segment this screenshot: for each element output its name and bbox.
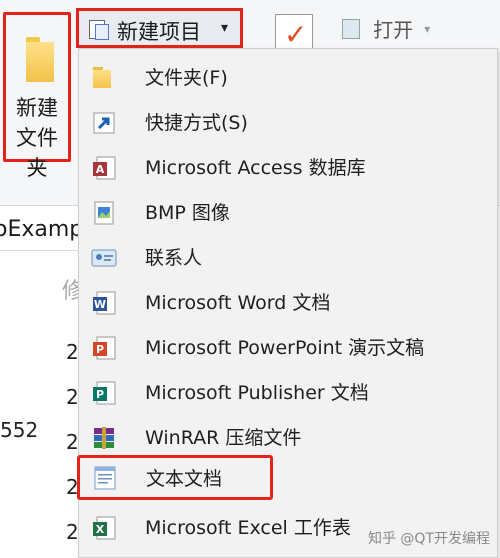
file-date: 2	[66, 385, 79, 409]
menu-item-winrar[interactable]: WinRAR 压缩文件	[79, 415, 497, 460]
menu-item-folder[interactable]: 文件夹(F)	[79, 55, 497, 100]
access-icon: A	[91, 155, 117, 181]
svg-text:W: W	[94, 298, 106, 311]
excel-icon: X	[91, 515, 117, 541]
svg-text:X: X	[96, 523, 105, 536]
menu-item-powerpoint[interactable]: P Microsoft PowerPoint 演示文稿	[79, 325, 497, 370]
new-folder-button[interactable]: 新建 文件夹	[3, 12, 71, 180]
file-date: 2	[66, 340, 79, 364]
chevron-down-icon: ▾	[221, 20, 229, 36]
winrar-icon	[91, 425, 117, 451]
menu-item-publisher[interactable]: P Microsoft Publisher 文档	[79, 370, 497, 415]
svg-text:P: P	[96, 388, 104, 401]
menu-item-text-document[interactable]: 文本文档	[77, 455, 273, 500]
new-item-menu: 文件夹(F) 快捷方式(S) A Microsoft Access 数据库 BM…	[77, 48, 498, 558]
word-icon: W	[91, 290, 117, 316]
svg-text:P: P	[96, 343, 104, 356]
file-list: 修 2 2 2 2 2 552	[0, 255, 84, 558]
powerpoint-icon: P	[91, 335, 117, 361]
svg-text:A: A	[96, 163, 105, 176]
contact-icon	[91, 245, 117, 271]
new-folder-label: 新建 文件夹	[16, 96, 58, 180]
shortcut-icon	[91, 110, 117, 136]
new-item-button[interactable]: 新建项目 ▾	[76, 8, 243, 48]
file-size: 552	[0, 418, 39, 442]
file-date: 2	[66, 430, 79, 454]
menu-item-contact[interactable]: 联系人	[79, 235, 497, 280]
chevron-down-icon: ▾	[424, 21, 431, 36]
folder-icon	[91, 65, 117, 91]
watermark: 知乎 @QT开发编程	[367, 531, 490, 547]
open-button[interactable]: 打开 ▾	[342, 14, 430, 44]
address-bar[interactable]: oExamp	[0, 210, 90, 251]
publisher-icon: P	[91, 380, 117, 406]
text-document-icon	[92, 465, 118, 491]
new-item-label: 新建项目	[117, 20, 201, 44]
open-icon	[342, 18, 360, 39]
open-label: 打开	[373, 18, 414, 42]
menu-item-access[interactable]: A Microsoft Access 数据库	[79, 145, 497, 190]
address-path: oExamp	[0, 217, 84, 242]
menu-item-bmp[interactable]: BMP 图像	[79, 190, 497, 235]
folder-icon	[26, 37, 54, 83]
menu-item-word[interactable]: W Microsoft Word 文档	[79, 280, 497, 325]
menu-item-shortcut[interactable]: 快捷方式(S)	[79, 100, 497, 145]
bmp-image-icon	[91, 200, 117, 226]
file-date: 2	[66, 520, 79, 544]
